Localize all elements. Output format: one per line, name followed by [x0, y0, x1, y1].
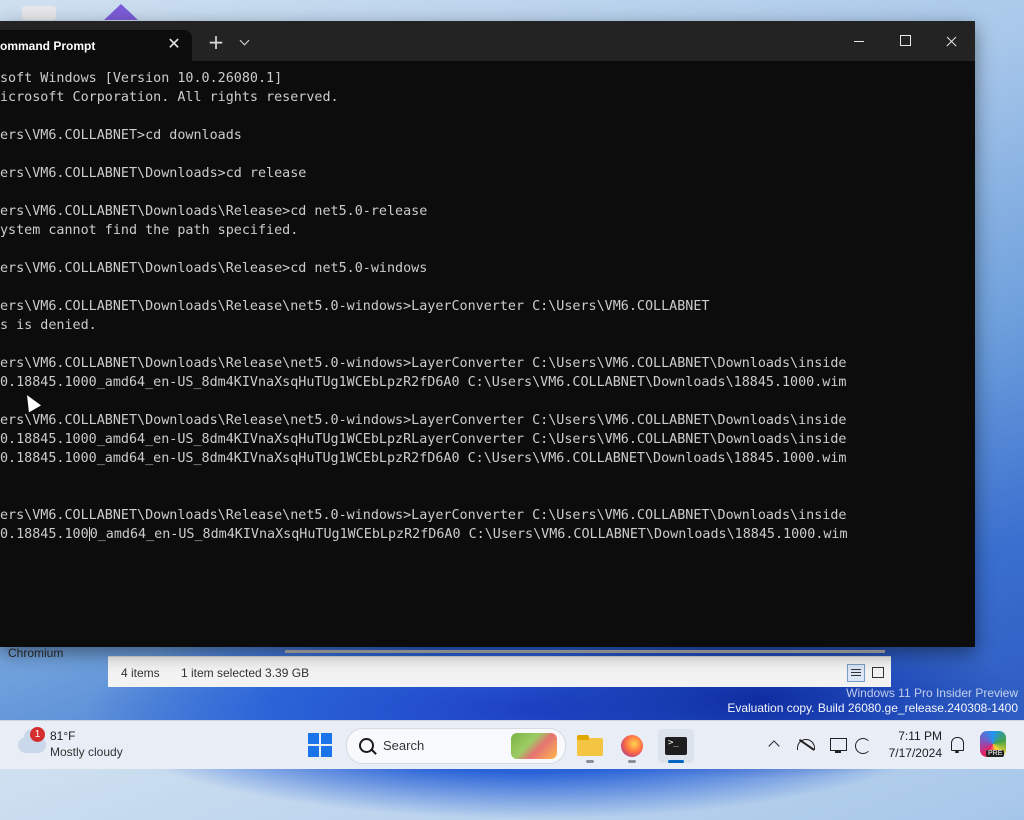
console-line: ers\VM6.COLLABNET\Downloads\Release\net5…: [0, 299, 710, 314]
active-indicator: [668, 760, 684, 763]
maximize-button[interactable]: [882, 21, 928, 61]
new-tab-button[interactable]: +: [205, 31, 227, 53]
clock-date: 7/17/2024: [888, 746, 942, 760]
console-line: 0.18845.1000_amd64_en-US_8dm4KIVnaXsqHuT…: [0, 432, 847, 447]
console-input-after-cursor: 0_amd64_en-US_8dm4KIVnaXsqHuTUg1WCEbLpzR…: [89, 527, 848, 542]
taskbar-clock[interactable]: 7:11 PM 7/17/2024: [880, 728, 942, 762]
watermark-build: Evaluation copy. Build 26080.ge_release.…: [727, 701, 1018, 715]
watermark-edition: Windows 11 Pro Insider Preview: [846, 686, 1018, 700]
taskbar: 1 81°F Mostly cloudy Search 7:11 PM 7/17…: [0, 720, 1024, 769]
console-line: s is denied.: [0, 318, 97, 333]
weather-condition: Mostly cloudy: [50, 745, 123, 759]
console-input-before-cursor: 0.18845.100: [0, 527, 89, 542]
weather-temperature: 81°F: [50, 729, 76, 743]
tab-command-prompt[interactable]: ommand Prompt ✕: [0, 30, 192, 61]
close-tab-icon[interactable]: ✕: [165, 35, 183, 53]
console-line: ers\VM6.COLLABNET>cd downloads: [0, 128, 242, 143]
console-line: ystem cannot find the path specified.: [0, 223, 299, 238]
desktop-icon-recycle-bin[interactable]: [22, 6, 56, 20]
console-line: ers\VM6.COLLABNET\Downloads\Release\net5…: [0, 508, 847, 523]
selection-info: 1 item selected 3.39 GB: [181, 666, 310, 680]
terminal-window: ommand Prompt ✕ + soft Windows [Version …: [0, 21, 975, 647]
windows-start-icon[interactable]: [308, 733, 332, 757]
evaluation-watermark: Windows 11 Pro Insider Preview Evaluatio…: [727, 686, 1018, 716]
console-line: soft Windows [Version 10.0.26080.1]: [0, 71, 283, 86]
console-line: ers\VM6.COLLABNET\Downloads\Release\net5…: [0, 413, 847, 428]
search-label: Search: [383, 738, 425, 753]
tab-dropdown-chevron-icon[interactable]: [236, 31, 254, 53]
minimize-button[interactable]: [836, 21, 882, 61]
console-line: ers\VM6.COLLABNET\Downloads>cd release: [0, 166, 307, 181]
sync-icon[interactable]: [853, 735, 873, 755]
running-indicator: [628, 760, 636, 763]
console-line: ers\VM6.COLLABNET\Downloads\Release>cd n…: [0, 261, 428, 276]
explorer-horizontal-scrollbar[interactable]: [285, 650, 885, 653]
item-count: 4 items: [121, 666, 160, 680]
tab-title: ommand Prompt: [0, 39, 96, 53]
weather-widget[interactable]: 1 81°F Mostly cloudy: [14, 727, 154, 763]
notification-bell-icon[interactable]: [947, 735, 967, 755]
console-line-input: 0.18845.1000_amd64_en-US_8dm4KIVnaXsqHuT…: [0, 525, 975, 544]
search-icon: [359, 738, 374, 753]
network-disconnected-icon[interactable]: [796, 735, 816, 755]
running-indicator: [586, 760, 594, 763]
console-line: ers\VM6.COLLABNET\Downloads\Release\net5…: [0, 356, 847, 371]
taskbar-search-box[interactable]: Search: [346, 728, 566, 764]
file-explorer-status-bar: 4 items 1 item selected 3.39 GB: [108, 656, 891, 687]
console-line: 0.18845.1000_amd64_en-US_8dm4KIVnaXsqHuT…: [0, 375, 847, 390]
terminal-title-bar[interactable]: ommand Prompt ✕ +: [0, 21, 975, 61]
copilot-preview-badge: PRE: [986, 750, 1005, 757]
tiles-view-icon[interactable]: [869, 664, 885, 680]
search-highlight-image: [511, 733, 557, 759]
details-view-icon[interactable]: [847, 664, 865, 682]
clock-time: 7:11 PM: [898, 729, 942, 743]
desktop-icon-app[interactable]: [104, 4, 138, 20]
console-output[interactable]: soft Windows [Version 10.0.26080.1] icros…: [0, 61, 975, 655]
firefox-icon[interactable]: [614, 729, 650, 763]
weather-alert-badge: 1: [30, 727, 45, 742]
console-line: 0.18845.1000_amd64_en-US_8dm4KIVnaXsqHuT…: [0, 451, 847, 466]
show-hidden-icons-chevron-icon[interactable]: [764, 735, 784, 755]
terminal-icon[interactable]: [658, 729, 694, 763]
file-explorer-icon[interactable]: [572, 729, 608, 763]
display-icon[interactable]: [828, 735, 848, 755]
close-window-button[interactable]: [928, 21, 974, 61]
console-line: icrosoft Corporation. All rights reserve…: [0, 90, 339, 105]
console-line: ers\VM6.COLLABNET\Downloads\Release>cd n…: [0, 204, 428, 219]
